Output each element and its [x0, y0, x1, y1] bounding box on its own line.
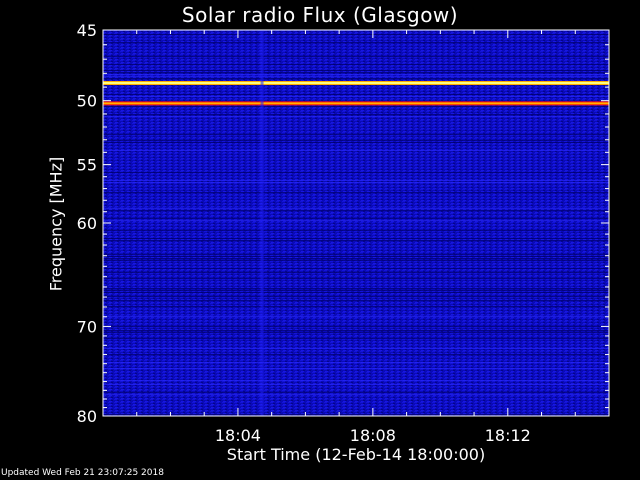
- background-band: [103, 254, 609, 255]
- background-band: [103, 330, 609, 331]
- background-band: [103, 258, 609, 259]
- background-band: [103, 72, 609, 73]
- background-band: [103, 338, 609, 339]
- background-band: [103, 306, 609, 307]
- background-band: [103, 300, 609, 301]
- heatmap-area: [103, 30, 609, 416]
- background-band: [103, 106, 609, 107]
- background-band: [103, 414, 609, 415]
- y-tick-label: 60: [77, 214, 97, 233]
- background-band: [103, 142, 609, 143]
- y-tick-label: 50: [77, 92, 97, 111]
- background-band: [103, 74, 609, 75]
- background-band: [103, 260, 609, 261]
- background-band: [103, 332, 609, 333]
- emission-band-core: [103, 102, 609, 105]
- x-tick-label: 18:04: [215, 426, 261, 445]
- background-band: [103, 296, 609, 297]
- background-band: [103, 368, 609, 369]
- background-band: [103, 78, 609, 79]
- background-band: [103, 288, 609, 289]
- y-tick-label: 70: [77, 317, 97, 336]
- background-band: [103, 348, 609, 349]
- x-tick-label: 18:12: [485, 426, 531, 445]
- background-band: [103, 64, 609, 65]
- x-axis-label: Start Time (12-Feb-14 18:00:00): [226, 445, 486, 464]
- background-band: [103, 172, 609, 173]
- background-band: [103, 218, 609, 219]
- background-band: [103, 380, 609, 381]
- y-tick-label: 80: [77, 407, 97, 426]
- updated-timestamp: Updated Wed Feb 21 23:07:25 2018: [1, 468, 164, 478]
- background-band: [103, 42, 609, 43]
- x-tick-label: 18:08: [350, 426, 396, 445]
- background-band: [103, 210, 609, 211]
- background-band: [103, 56, 609, 57]
- background-band: [103, 316, 609, 317]
- y-axis-label: Frequency [MHz]: [46, 156, 66, 292]
- background-band: [103, 268, 609, 269]
- background-band: [103, 240, 609, 241]
- spectrogram-plot: 455055607080 18:04 18:08 18:12: [77, 21, 610, 445]
- background-band: [103, 134, 609, 135]
- background-band: [103, 354, 609, 355]
- background-band: [103, 96, 609, 97]
- background-band: [103, 362, 609, 363]
- background-band: [103, 150, 609, 151]
- background-band: [103, 192, 609, 193]
- background-band: [103, 116, 609, 117]
- background-band: [103, 238, 609, 239]
- background-band: [103, 230, 609, 231]
- background-band: [103, 76, 609, 77]
- spike-column: [260, 30, 264, 416]
- background-band: [103, 220, 609, 221]
- background-band: [103, 94, 609, 95]
- y-tick-label: 55: [77, 156, 97, 175]
- background-band: [103, 34, 609, 35]
- background-band: [103, 278, 609, 279]
- background-band: [103, 394, 609, 395]
- background-band: [103, 114, 609, 115]
- background-band: [103, 140, 609, 141]
- background-band: [103, 70, 609, 71]
- background-band: [103, 292, 609, 293]
- background-band: [103, 392, 609, 393]
- background-band: [103, 290, 609, 291]
- background-band: [103, 272, 609, 273]
- background-band: [103, 208, 609, 209]
- background-band: [103, 384, 609, 385]
- chart-title: Solar radio Flux (Glasgow): [181, 3, 459, 27]
- background-band: [103, 256, 609, 257]
- background-band: [103, 326, 609, 327]
- background-band: [103, 182, 609, 183]
- emission-band-core: [103, 82, 609, 85]
- background-band: [103, 180, 609, 181]
